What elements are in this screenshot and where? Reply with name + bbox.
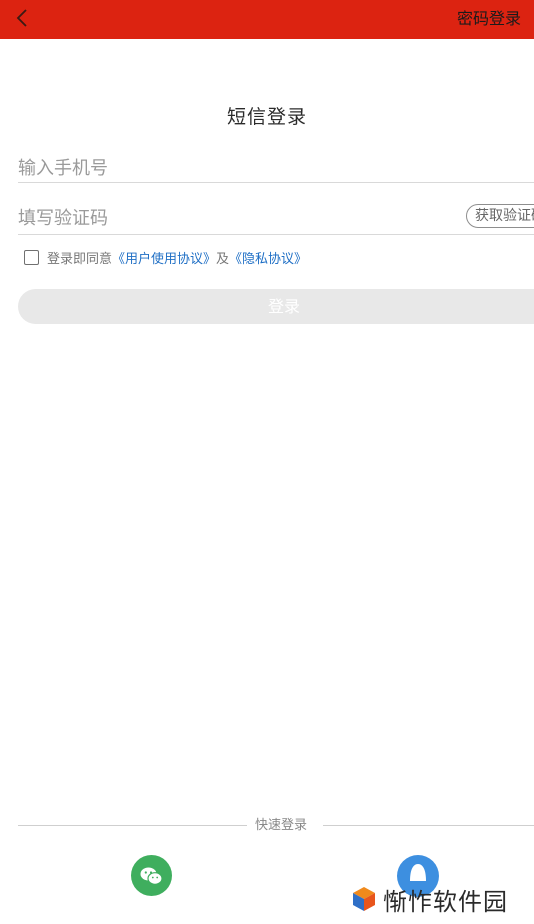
agreement-prefix: 登录即同意 xyxy=(47,251,113,267)
quick-login-label: 快速登录 xyxy=(255,818,308,833)
divider-line-right xyxy=(323,825,534,826)
verification-code-input[interactable] xyxy=(18,203,438,233)
wechat-login-button[interactable] xyxy=(131,855,172,896)
phone-input[interactable] xyxy=(18,153,438,183)
page-title: 短信登录 xyxy=(226,106,307,128)
login-button-label: 登录 xyxy=(267,297,300,316)
phone-field xyxy=(18,153,534,183)
chevron-left-icon xyxy=(16,9,27,27)
back-button[interactable] xyxy=(12,6,38,32)
password-login-link[interactable]: 密码登录 xyxy=(457,8,521,30)
top-bar: 密码登录 xyxy=(0,0,534,39)
quick-login-divider: 快速登录 xyxy=(0,817,534,837)
watermark-text: 惭怍软件园 xyxy=(383,887,508,916)
divider-line-left xyxy=(18,825,247,826)
watermark-logo-icon xyxy=(353,887,375,911)
agreement-checkbox[interactable] xyxy=(24,249,39,265)
agreement-row: 登录即同意 《用户使用协议》 及 《隐私协议》 xyxy=(24,248,307,267)
code-field: 获取验证码 xyxy=(18,203,534,235)
agreement-and: 及 xyxy=(216,251,230,267)
wechat-icon xyxy=(140,867,163,885)
watermark: 惭怍软件园 xyxy=(351,882,508,916)
login-button[interactable]: 登录 xyxy=(18,289,534,324)
privacy-policy-link[interactable]: 《隐私协议》 xyxy=(229,248,307,267)
user-agreement-link[interactable]: 《用户使用协议》 xyxy=(112,248,216,267)
get-code-button[interactable]: 获取验证码 xyxy=(466,204,534,228)
